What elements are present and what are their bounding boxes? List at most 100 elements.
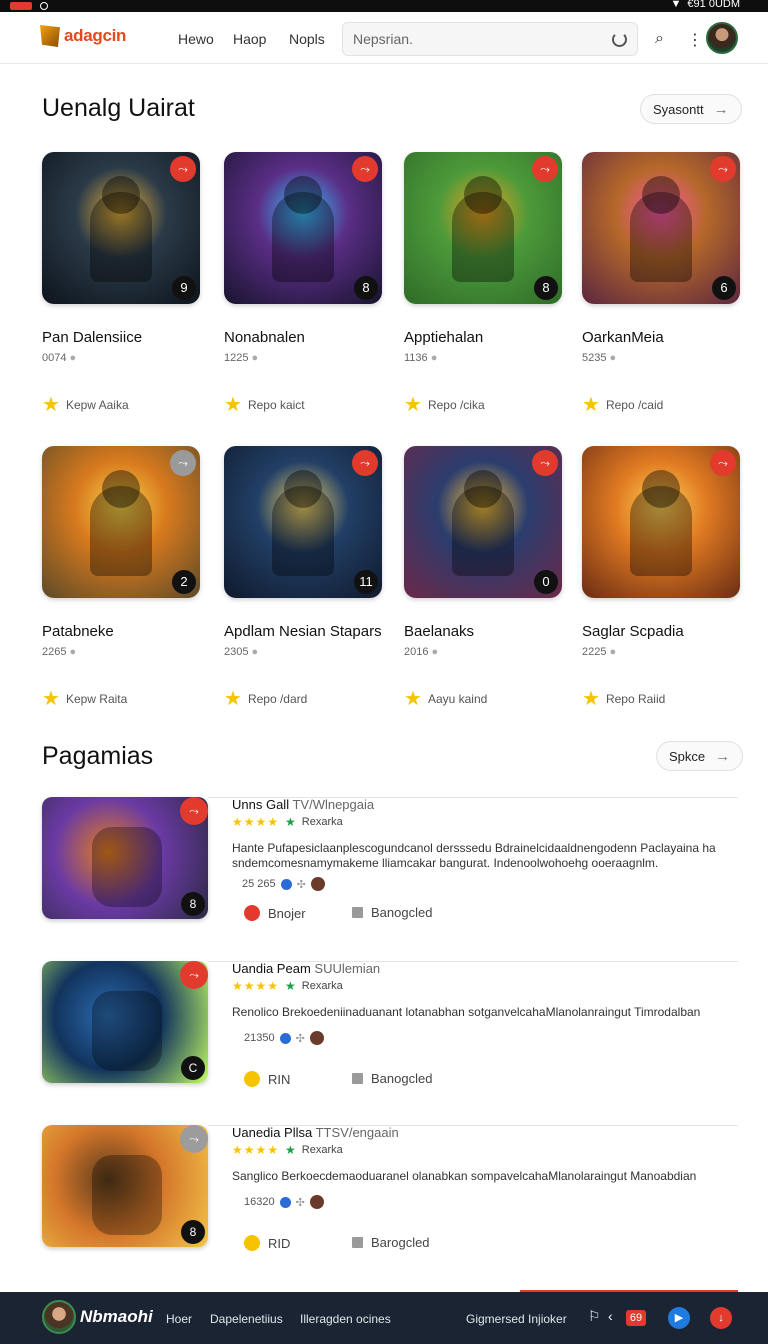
verified-icon: ● bbox=[69, 646, 77, 658]
featured-title: Uenalg Uairat bbox=[42, 94, 195, 122]
list-item-thumbnail[interactable]: ⤳ 8 bbox=[42, 1125, 208, 1247]
game-tile-count-value: 1136 bbox=[404, 352, 428, 364]
download-icon[interactable]: ↓ bbox=[710, 1307, 732, 1329]
tile-count-badge: 2 bbox=[172, 570, 196, 594]
game-tile-title[interactable]: Nonabnalen bbox=[224, 329, 305, 346]
verified-icon: ● bbox=[609, 646, 617, 658]
info-icon bbox=[280, 878, 292, 890]
programs-see-all-button[interactable]: Spkce → bbox=[656, 741, 744, 771]
game-tile-count: 1225 ● bbox=[224, 352, 258, 364]
brand-mark-icon bbox=[40, 25, 60, 47]
list-item-primary-action[interactable]: RID bbox=[244, 1235, 290, 1251]
nav-link-2[interactable]: Haop bbox=[233, 31, 266, 47]
signal-icon: ▼ bbox=[670, 0, 682, 10]
list-item-description: Renolico Brekoedeniinaduanant lotanabhan… bbox=[232, 1005, 701, 1019]
share-icon[interactable]: ⚐ bbox=[588, 1308, 608, 1328]
trending-icon[interactable]: ⤳ bbox=[352, 156, 378, 182]
trending-icon[interactable]: ⤳ bbox=[532, 450, 558, 476]
game-tile-image[interactable]: ⤳ 8 bbox=[224, 152, 382, 304]
nav-link-1[interactable]: Hewo bbox=[178, 31, 214, 47]
star-icon: ★ bbox=[404, 688, 422, 710]
game-tile-title[interactable]: Apdlam Nesian Stapars bbox=[224, 623, 382, 640]
game-tile-title[interactable]: Pan Dalensiice bbox=[42, 329, 142, 346]
creator-avatar[interactable] bbox=[310, 877, 325, 891]
game-tile-title[interactable]: Saglar Scpadia bbox=[582, 623, 684, 640]
trending-icon[interactable]: ⤳ bbox=[710, 450, 736, 476]
featured-see-all-button[interactable]: Syasontt → bbox=[640, 94, 742, 124]
search-input[interactable] bbox=[343, 23, 583, 55]
play-icon[interactable]: ▶ bbox=[668, 1307, 690, 1329]
game-tile-image[interactable]: ⤳ 9 bbox=[42, 152, 200, 304]
bottom-right-text[interactable]: Gigmersed Injioker bbox=[466, 1312, 567, 1326]
game-tile-image[interactable]: ⤳ 2 bbox=[42, 446, 200, 598]
game-tile-image[interactable]: ⤳ 0 bbox=[404, 446, 562, 598]
creator-avatar[interactable] bbox=[309, 1195, 324, 1209]
more-options-icon[interactable]: ⋮ bbox=[687, 30, 703, 50]
game-tile-title[interactable]: Baelanaks bbox=[404, 623, 474, 640]
bottom-link-3[interactable]: Illeragden ocines bbox=[300, 1312, 391, 1326]
game-tile-image[interactable]: ⤳ 8 bbox=[404, 152, 562, 304]
list-item-secondary-action[interactable]: Banogcled bbox=[352, 905, 432, 920]
game-tile-title[interactable]: Apptiehalan bbox=[404, 329, 483, 346]
brand-logo[interactable]: adagcin bbox=[40, 25, 126, 47]
refresh-icon[interactable] bbox=[612, 32, 627, 47]
thumbnail-figure bbox=[92, 827, 162, 907]
trending-icon[interactable]: ⤳ bbox=[180, 961, 208, 989]
bottom-avatar[interactable] bbox=[42, 1300, 76, 1334]
game-tile-count-value: 2016 bbox=[404, 646, 429, 658]
secondary-action-label: Barogcled bbox=[371, 1235, 430, 1250]
rating-label: Rexarka bbox=[301, 816, 343, 828]
game-tile-image[interactable]: ⤳ 6 bbox=[582, 152, 740, 304]
trending-icon[interactable]: ⤳ bbox=[170, 450, 196, 476]
list-item-thumbnail[interactable]: ⤳ C bbox=[42, 961, 208, 1083]
trending-icon[interactable]: ⤳ bbox=[532, 156, 558, 182]
bottom-link-2[interactable]: Dapelenetiius bbox=[210, 1312, 283, 1326]
list-item-rating: ★★★★ ★ Rexarka bbox=[232, 815, 343, 829]
trending-icon[interactable]: ⤳ bbox=[170, 156, 196, 182]
list-item[interactable]: ⤳ 8 Unns Gall TV/Wlnepgaia ★★★★ ★ Rexarka Hant… bbox=[42, 797, 738, 921]
game-tile-image[interactable]: ⤳ 11 bbox=[224, 446, 382, 598]
game-tile-title[interactable]: Patabneke bbox=[42, 623, 114, 640]
primary-action-label: RIN bbox=[268, 1071, 291, 1087]
game-tile-rating: ★ Kepw Raita bbox=[42, 689, 127, 709]
verified-icon: ● bbox=[430, 352, 438, 364]
trending-icon[interactable]: ⤳ bbox=[710, 156, 736, 182]
game-tile-image[interactable]: ⤳ bbox=[582, 446, 740, 598]
list-item-title[interactable]: Uanedia Pllsa TTSV/engaain bbox=[232, 1125, 399, 1140]
bottom-brand[interactable]: Nbmaohi bbox=[80, 1307, 153, 1327]
list-item[interactable]: ⤳ 8 Uanedia Pllsa TTSV/engaain ★★★★ ★ Rexarka… bbox=[42, 1125, 738, 1251]
list-item-title[interactable]: Uandia Peam SUUlemian bbox=[232, 961, 380, 976]
brand-name: adagcin bbox=[64, 26, 127, 45]
list-item-secondary-action[interactable]: Banogcled bbox=[352, 1071, 432, 1086]
game-tile-title[interactable]: OarkanMeia bbox=[582, 329, 664, 346]
list-item-thumbnail[interactable]: ⤳ 8 bbox=[42, 797, 208, 919]
game-tile-rating: ★ Repo /dard bbox=[224, 689, 307, 709]
list-item[interactable]: ⤳ C Uandia Peam SUUlemian ★★★★ ★ Rexarka Renol… bbox=[42, 961, 738, 1087]
game-tile-count-value: 2265 bbox=[42, 646, 67, 658]
list-item-subtitle: TTSV/engaain bbox=[315, 1125, 399, 1140]
trending-icon[interactable]: ⤳ bbox=[180, 1125, 208, 1153]
rating-label: Repo kaict bbox=[247, 398, 305, 412]
list-item-primary-action[interactable]: Bnojer bbox=[244, 905, 306, 921]
notification-badge[interactable]: 69 bbox=[626, 1310, 646, 1326]
list-item-secondary-action[interactable]: Barogcled bbox=[352, 1235, 430, 1250]
trending-icon[interactable]: ⤳ bbox=[180, 797, 208, 825]
star-icon: ★ bbox=[582, 688, 600, 710]
search-icon[interactable]: ⌕ bbox=[655, 30, 664, 48]
secondary-action-label: Banogcled bbox=[371, 905, 433, 920]
nav-link-3[interactable]: Nopls bbox=[289, 31, 325, 47]
game-tile-count: 1136 ● bbox=[404, 352, 437, 364]
list-item-primary-action[interactable]: RIN bbox=[244, 1071, 290, 1087]
user-avatar[interactable] bbox=[706, 22, 738, 54]
arrow-right-icon: → bbox=[715, 747, 731, 765]
top-nav: adagcin Hewo Haop Nopls ⌕ ⋮ bbox=[0, 12, 768, 64]
list-item-title[interactable]: Unns Gall TV/Wlnepgaia bbox=[232, 797, 374, 812]
creator-avatar[interactable] bbox=[309, 1031, 324, 1045]
star-rating-icon: ★★★★ bbox=[232, 979, 280, 993]
share-icon: ✣ bbox=[296, 878, 306, 891]
trending-icon[interactable]: ⤳ bbox=[352, 450, 378, 476]
share-icon: ✣ bbox=[295, 1032, 305, 1045]
bottom-link-1[interactable]: Hoer bbox=[166, 1312, 192, 1326]
character-head bbox=[464, 176, 502, 214]
chevron-left-icon[interactable]: ‹ bbox=[608, 1308, 628, 1328]
